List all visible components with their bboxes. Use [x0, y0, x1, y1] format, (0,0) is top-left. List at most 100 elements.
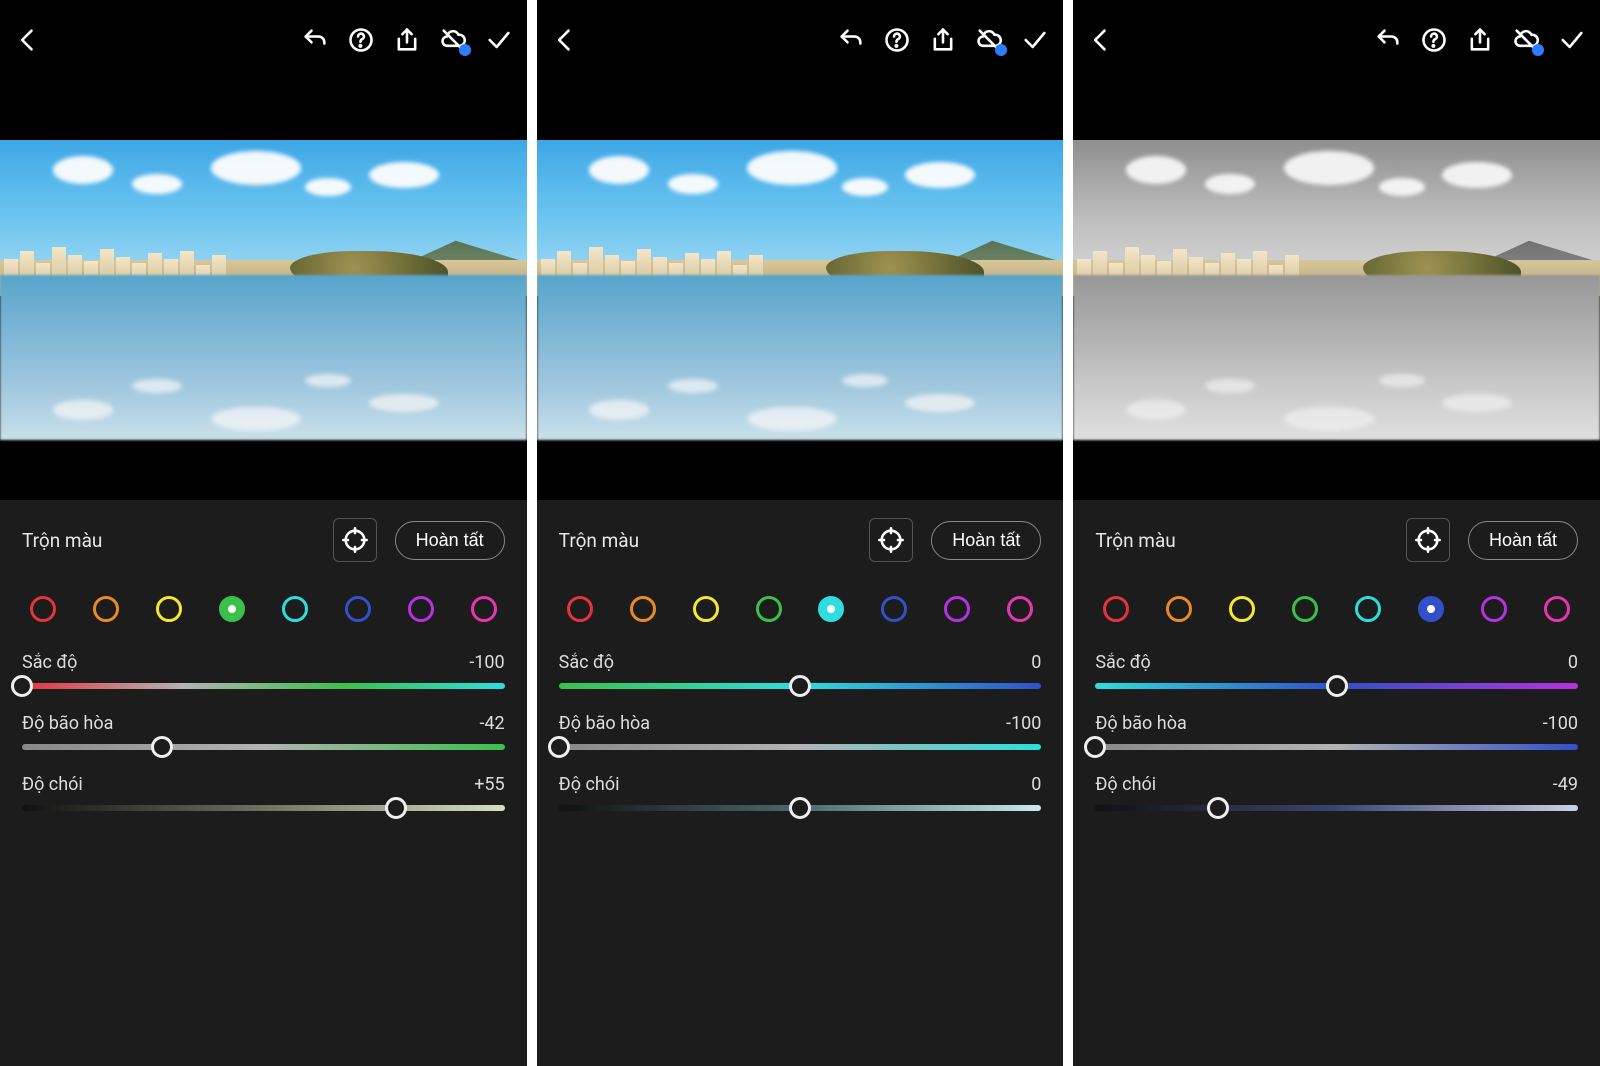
- slider-knob-lum[interactable]: [1207, 797, 1229, 819]
- slider-track-sat[interactable]: [559, 744, 1042, 750]
- slider-track-lum[interactable]: [559, 805, 1042, 811]
- slider-hue: Sắc độ 0: [1095, 652, 1578, 689]
- target-adjust-button[interactable]: [333, 518, 377, 562]
- target-icon: [1414, 526, 1442, 554]
- slider-hue: Sắc độ 0: [559, 652, 1042, 689]
- slider-track-lum[interactable]: [1095, 805, 1578, 811]
- help-icon[interactable]: [883, 26, 911, 54]
- swatch-aqua[interactable]: [818, 596, 844, 622]
- swatch-magenta[interactable]: [1007, 596, 1033, 622]
- slider-track-hue[interactable]: [22, 683, 505, 689]
- swatch-green[interactable]: [219, 596, 245, 622]
- color-mix-panel: Trộn màu Hoàn tất Sắc độ 0 Độ bão hòa -1…: [537, 500, 1064, 1066]
- back-icon[interactable]: [551, 26, 579, 54]
- slider-knob-sat[interactable]: [151, 736, 173, 758]
- panel-title: Trộn màu: [22, 529, 102, 552]
- image-preview[interactable]: [537, 80, 1064, 500]
- slider-label-hue: Sắc độ: [559, 652, 614, 673]
- slider-label-sat: Độ bão hòa: [559, 713, 650, 734]
- swatch-orange[interactable]: [1166, 596, 1192, 622]
- slider-track-lum[interactable]: [22, 805, 505, 811]
- image-preview[interactable]: [0, 80, 527, 500]
- slider-label-lum: Độ chói: [1095, 774, 1156, 795]
- cloud-sync-icon[interactable]: [1512, 26, 1540, 54]
- swatch-blue[interactable]: [345, 596, 371, 622]
- swatch-purple[interactable]: [1481, 596, 1507, 622]
- swatch-magenta[interactable]: [471, 596, 497, 622]
- slider-knob-lum[interactable]: [789, 797, 811, 819]
- slider-value-sat: -100: [1543, 713, 1578, 734]
- slider-lum: Độ chói -49: [1095, 774, 1578, 811]
- slider-sat: Độ bão hòa -42: [22, 713, 505, 750]
- undo-icon[interactable]: [1374, 26, 1402, 54]
- back-icon[interactable]: [14, 26, 42, 54]
- swatch-blue[interactable]: [881, 596, 907, 622]
- swatch-magenta[interactable]: [1544, 596, 1570, 622]
- target-adjust-button[interactable]: [1406, 518, 1450, 562]
- phone-screen-3: Trộn màu Hoàn tất Sắc độ 0 Độ bão hòa -1…: [1073, 0, 1600, 1066]
- undo-icon[interactable]: [301, 26, 329, 54]
- swatch-yellow[interactable]: [1229, 596, 1255, 622]
- panel-title: Trộn màu: [1095, 529, 1175, 552]
- swatch-red[interactable]: [30, 596, 56, 622]
- slider-label-hue: Sắc độ: [1095, 652, 1150, 673]
- slider-value-hue: 0: [1568, 652, 1578, 673]
- slider-label-sat: Độ bão hòa: [22, 713, 113, 734]
- share-icon[interactable]: [929, 26, 957, 54]
- image-preview[interactable]: [1073, 80, 1600, 500]
- color-mix-panel: Trộn màu Hoàn tất Sắc độ -100 Độ bão hòa…: [0, 500, 527, 1066]
- slider-track-hue[interactable]: [1095, 683, 1578, 689]
- phone-screen-1: Trộn màu Hoàn tất Sắc độ -100 Độ bão hòa…: [0, 0, 527, 1066]
- slider-knob-hue[interactable]: [1326, 675, 1348, 697]
- swatch-green[interactable]: [756, 596, 782, 622]
- panel-title: Trộn màu: [559, 529, 639, 552]
- help-icon[interactable]: [347, 26, 375, 54]
- swatch-aqua[interactable]: [282, 596, 308, 622]
- slider-track-hue[interactable]: [559, 683, 1042, 689]
- undo-icon[interactable]: [837, 26, 865, 54]
- slider-label-hue: Sắc độ: [22, 652, 77, 673]
- done-button[interactable]: Hoàn tất: [931, 521, 1041, 560]
- swatch-yellow[interactable]: [156, 596, 182, 622]
- swatch-aqua[interactable]: [1355, 596, 1381, 622]
- slider-knob-lum[interactable]: [385, 797, 407, 819]
- help-icon[interactable]: [1420, 26, 1448, 54]
- slider-knob-sat[interactable]: [548, 736, 570, 758]
- sync-dot-badge: [995, 44, 1007, 56]
- swatch-orange[interactable]: [93, 596, 119, 622]
- slider-hue: Sắc độ -100: [22, 652, 505, 689]
- swatch-purple[interactable]: [944, 596, 970, 622]
- color-swatch-row: [22, 588, 505, 652]
- slider-knob-sat[interactable]: [1084, 736, 1106, 758]
- slider-knob-hue[interactable]: [789, 675, 811, 697]
- swatch-red[interactable]: [1103, 596, 1129, 622]
- swatch-purple[interactable]: [408, 596, 434, 622]
- target-icon: [341, 526, 369, 554]
- slider-value-lum: 0: [1031, 774, 1041, 795]
- swatch-blue[interactable]: [1418, 596, 1444, 622]
- slider-lum: Độ chói +55: [22, 774, 505, 811]
- share-icon[interactable]: [1466, 26, 1494, 54]
- confirm-icon[interactable]: [1558, 26, 1586, 54]
- swatch-red[interactable]: [567, 596, 593, 622]
- phone-screen-2: Trộn màu Hoàn tất Sắc độ 0 Độ bão hòa -1…: [537, 0, 1064, 1066]
- target-adjust-button[interactable]: [869, 518, 913, 562]
- slider-track-sat[interactable]: [22, 744, 505, 750]
- cloud-sync-icon[interactable]: [439, 26, 467, 54]
- confirm-icon[interactable]: [485, 26, 513, 54]
- slider-value-lum: +55: [474, 774, 504, 795]
- swatch-green[interactable]: [1292, 596, 1318, 622]
- color-swatch-row: [559, 588, 1042, 652]
- confirm-icon[interactable]: [1021, 26, 1049, 54]
- slider-track-sat[interactable]: [1095, 744, 1578, 750]
- done-button[interactable]: Hoàn tất: [395, 521, 505, 560]
- slider-lum: Độ chói 0: [559, 774, 1042, 811]
- cloud-sync-icon[interactable]: [975, 26, 1003, 54]
- done-button[interactable]: Hoàn tất: [1468, 521, 1578, 560]
- swatch-orange[interactable]: [630, 596, 656, 622]
- share-icon[interactable]: [393, 26, 421, 54]
- editor-topbar: [0, 0, 527, 80]
- swatch-yellow[interactable]: [693, 596, 719, 622]
- slider-knob-hue[interactable]: [11, 675, 33, 697]
- back-icon[interactable]: [1087, 26, 1115, 54]
